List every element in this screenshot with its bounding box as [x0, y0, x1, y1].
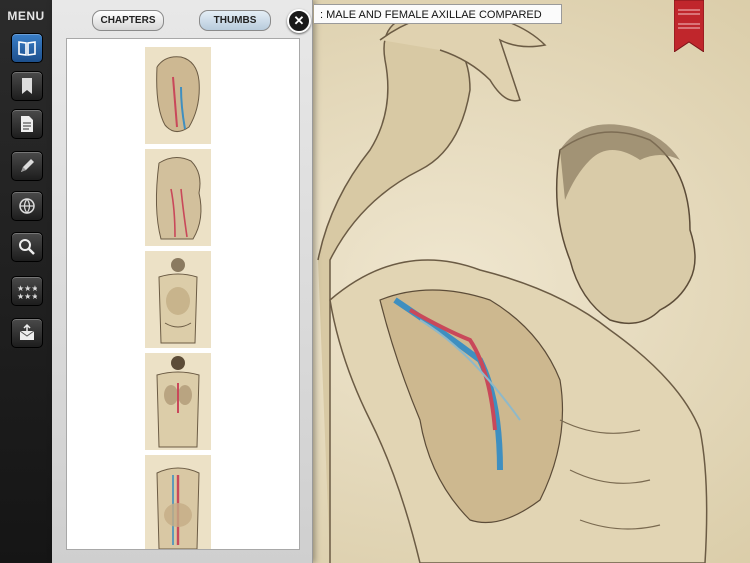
favorites-button[interactable]: ★★★ ★★★ — [11, 276, 43, 306]
globe-button[interactable] — [11, 191, 43, 221]
thumbnail-page-3[interactable] — [105, 251, 251, 348]
thumbnail-image — [145, 47, 211, 144]
thumbnail-page-2[interactable] — [105, 149, 251, 246]
globe-icon — [19, 198, 35, 215]
thumbs-tab-button[interactable]: THUMBS — [199, 10, 271, 31]
thumbnail-page-1[interactable] — [105, 47, 251, 144]
thumbnail-panel: CHAPTERS THUMBS ✕ — [52, 0, 313, 563]
svg-text:★★★: ★★★ — [17, 292, 37, 301]
chapters-tab-button[interactable]: CHAPTERS — [92, 10, 164, 31]
thumbnail-image — [145, 455, 211, 549]
thumbnail-page-4[interactable] — [105, 353, 251, 450]
bookmark-button[interactable] — [11, 71, 43, 101]
thumbnail-list[interactable] — [66, 38, 300, 550]
thumbnail-image — [145, 353, 211, 450]
share-icon — [19, 323, 35, 340]
thumbnail-page-5[interactable] — [105, 455, 251, 549]
bookmark-icon — [22, 78, 32, 94]
pencil-icon — [21, 159, 34, 172]
thumbnail-image — [145, 149, 211, 246]
book-button[interactable] — [11, 33, 43, 63]
stars-icon: ★★★★★★ — [17, 284, 37, 301]
thumbnail-image — [145, 251, 211, 348]
document-button[interactable] — [11, 109, 43, 139]
close-icon: ✕ — [293, 13, 305, 28]
share-button[interactable] — [11, 318, 43, 348]
notes-button[interactable] — [11, 151, 43, 181]
chapter-title-bar: : MALE AND FEMALE AXILLAE COMPARED — [314, 4, 562, 24]
search-button[interactable] — [11, 232, 43, 262]
chapter-title: : MALE AND FEMALE AXILLAE COMPARED — [320, 9, 542, 21]
menu-sidebar: MENU ★★★ ★★★ — [0, 0, 53, 563]
close-panel-button[interactable]: ✕ — [287, 9, 311, 33]
book-icon — [18, 41, 36, 56]
menu-title: MENU — [7, 9, 45, 23]
bookmark-ribbon-icon[interactable] — [674, 0, 704, 52]
search-icon — [19, 239, 35, 255]
document-icon — [21, 116, 33, 132]
